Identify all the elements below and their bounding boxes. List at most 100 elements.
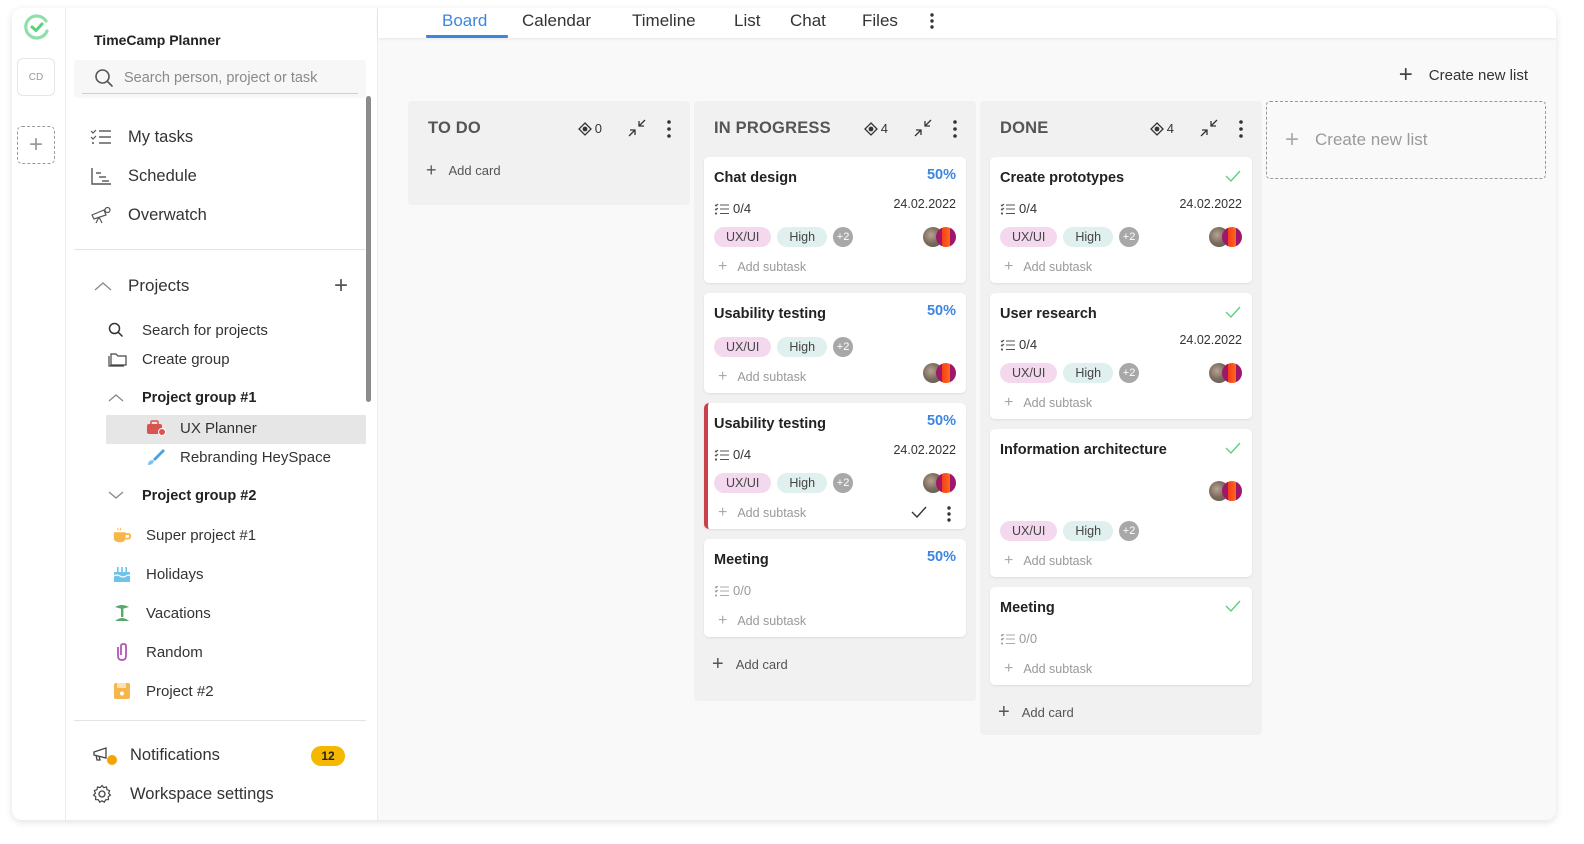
more-tags-badge[interactable]: +2 bbox=[833, 473, 854, 493]
task-card[interactable]: Meeting 0/0 + Add subtask bbox=[990, 587, 1252, 685]
card-title[interactable]: User research bbox=[1000, 303, 1242, 325]
tab-calendar[interactable]: Calendar bbox=[522, 11, 591, 31]
projects-header[interactable]: Projects + bbox=[94, 272, 348, 299]
card-title[interactable]: Create prototypes bbox=[1000, 167, 1242, 189]
collapse-column-icon[interactable] bbox=[626, 117, 648, 139]
done-check-icon[interactable] bbox=[1224, 439, 1242, 457]
mark-done-icon[interactable] bbox=[910, 503, 928, 524]
nav-my-tasks[interactable]: My tasks bbox=[90, 127, 193, 147]
nav-overwatch[interactable]: Overwatch bbox=[90, 205, 207, 225]
column-menu-icon[interactable] bbox=[952, 119, 958, 139]
card-title[interactable]: Chat design bbox=[714, 167, 956, 189]
more-tags-badge[interactable]: +2 bbox=[833, 227, 854, 247]
card-title[interactable]: Meeting bbox=[714, 549, 956, 571]
more-tags-badge[interactable]: +2 bbox=[1119, 227, 1140, 247]
add-card-button[interactable]: + Add card bbox=[694, 647, 976, 687]
tag-ux-ui[interactable]: UX/UI bbox=[714, 337, 772, 357]
tag-ux-ui[interactable]: UX/UI bbox=[1000, 363, 1058, 383]
project-2[interactable]: Project #2 bbox=[112, 682, 214, 700]
notifications-button[interactable]: Notifications bbox=[92, 745, 220, 765]
assignees[interactable] bbox=[1209, 481, 1242, 501]
project-vacations[interactable]: Vacations bbox=[112, 604, 211, 622]
task-card[interactable]: Usability testing 50% 0/4 24.02.2022 UX/… bbox=[704, 403, 966, 529]
tag-ux-ui[interactable]: UX/UI bbox=[714, 473, 772, 493]
assignees[interactable] bbox=[923, 227, 956, 247]
add-subtask-button[interactable]: + Add subtask bbox=[714, 605, 956, 637]
tag-priority[interactable]: High bbox=[777, 473, 828, 493]
tag-priority[interactable]: High bbox=[1063, 521, 1114, 541]
tag-ux-ui[interactable]: UX/UI bbox=[1000, 227, 1058, 247]
project-rebranding-heyspace[interactable]: Rebranding HeySpace bbox=[146, 448, 331, 466]
add-subtask-label: Add subtask bbox=[737, 614, 807, 628]
tag-priority[interactable]: High bbox=[777, 337, 828, 357]
tag-ux-ui[interactable]: UX/UI bbox=[1000, 521, 1058, 541]
more-tabs-icon[interactable] bbox=[930, 12, 934, 30]
column-header: TO DO 0 bbox=[408, 101, 690, 157]
project-ux-planner[interactable]: UX Planner bbox=[146, 419, 257, 437]
assignees[interactable] bbox=[923, 363, 956, 383]
sidebar-scrollbar[interactable] bbox=[366, 96, 371, 402]
assignees[interactable] bbox=[1209, 363, 1242, 383]
task-card[interactable]: Information architecture UX/UI High +2 +… bbox=[990, 429, 1252, 577]
create-group-action[interactable]: Create group bbox=[108, 350, 230, 368]
add-subtask-button[interactable]: + Add subtask bbox=[1000, 251, 1242, 283]
assignees[interactable] bbox=[923, 473, 956, 493]
tab-files[interactable]: Files bbox=[862, 11, 898, 31]
more-tags-badge[interactable]: +2 bbox=[1119, 521, 1140, 541]
assignees[interactable] bbox=[1209, 227, 1242, 247]
task-card[interactable]: Meeting 50% 0/0 + Add subtask bbox=[704, 539, 966, 637]
workspace-avatar[interactable]: CD bbox=[17, 58, 55, 96]
create-new-list-placeholder[interactable]: + Create new list bbox=[1266, 101, 1546, 179]
project-group-2[interactable]: Project group #2 bbox=[108, 488, 256, 504]
task-card[interactable]: Usability testing 50% UX/UI High +2 + Ad… bbox=[704, 293, 966, 393]
add-subtask-button[interactable]: + Add subtask bbox=[714, 251, 956, 283]
plus-icon: + bbox=[1004, 394, 1014, 411]
collapse-column-icon[interactable] bbox=[912, 117, 934, 139]
add-project-button[interactable]: + bbox=[334, 272, 348, 300]
more-tags-badge[interactable]: +2 bbox=[1119, 363, 1140, 383]
nav-schedule[interactable]: Schedule bbox=[90, 166, 197, 186]
task-card[interactable]: Chat design 50% 0/4 24.02.2022 UX/UI Hig… bbox=[704, 157, 966, 283]
search-box[interactable] bbox=[74, 60, 366, 98]
done-check-icon[interactable] bbox=[1224, 597, 1242, 615]
more-tags-badge[interactable]: +2 bbox=[833, 337, 854, 357]
add-card-button[interactable]: + Add card bbox=[408, 157, 690, 205]
add-subtask-button[interactable]: + Add subtask bbox=[714, 497, 956, 529]
tag-priority[interactable]: High bbox=[1063, 227, 1114, 247]
card-title[interactable]: Meeting bbox=[1000, 597, 1242, 619]
add-subtask-button[interactable]: + Add subtask bbox=[714, 361, 956, 393]
card-menu-icon[interactable] bbox=[946, 505, 952, 523]
add-workspace-button[interactable]: + bbox=[17, 126, 55, 164]
workspace-settings-button[interactable]: Workspace settings bbox=[92, 784, 274, 804]
search-projects-action[interactable]: Search for projects bbox=[108, 321, 268, 339]
column-menu-icon[interactable] bbox=[1238, 119, 1244, 139]
card-title[interactable]: Information architecture bbox=[1000, 439, 1242, 461]
project-group-1[interactable]: Project group #1 bbox=[108, 390, 256, 406]
add-subtask-button[interactable]: + Add subtask bbox=[1000, 653, 1242, 685]
project-super-project-1[interactable]: Super project #1 bbox=[112, 526, 256, 544]
task-card[interactable]: User research 0/4 24.02.2022 UX/UI High … bbox=[990, 293, 1252, 419]
timecamp-logo-icon[interactable] bbox=[22, 12, 52, 42]
card-title[interactable]: Usability testing bbox=[714, 413, 956, 435]
tag-priority[interactable]: High bbox=[1063, 363, 1114, 383]
search-input[interactable] bbox=[124, 66, 354, 90]
column-menu-icon[interactable] bbox=[666, 119, 672, 139]
task-card[interactable]: Create prototypes 0/4 24.02.2022 UX/UI H… bbox=[990, 157, 1252, 283]
tab-chat[interactable]: Chat bbox=[790, 11, 826, 31]
create-new-list-button[interactable]: + Create new list bbox=[1399, 61, 1528, 89]
plus-icon: + bbox=[998, 700, 1010, 723]
add-subtask-button[interactable]: + Add subtask bbox=[1000, 387, 1242, 419]
project-holidays[interactable]: Holidays bbox=[112, 565, 204, 583]
project-random[interactable]: Random bbox=[112, 643, 203, 661]
tab-timeline[interactable]: Timeline bbox=[632, 11, 696, 31]
done-check-icon[interactable] bbox=[1224, 303, 1242, 321]
done-check-icon[interactable] bbox=[1224, 167, 1242, 185]
tab-board[interactable]: Board bbox=[442, 11, 487, 31]
tab-list[interactable]: List bbox=[734, 11, 760, 31]
card-title[interactable]: Usability testing bbox=[714, 303, 956, 325]
add-card-button[interactable]: + Add card bbox=[980, 695, 1262, 735]
collapse-column-icon[interactable] bbox=[1198, 117, 1220, 139]
add-subtask-button[interactable]: + Add subtask bbox=[1000, 545, 1242, 577]
tag-ux-ui[interactable]: UX/UI bbox=[714, 227, 772, 247]
tag-priority[interactable]: High bbox=[777, 227, 828, 247]
